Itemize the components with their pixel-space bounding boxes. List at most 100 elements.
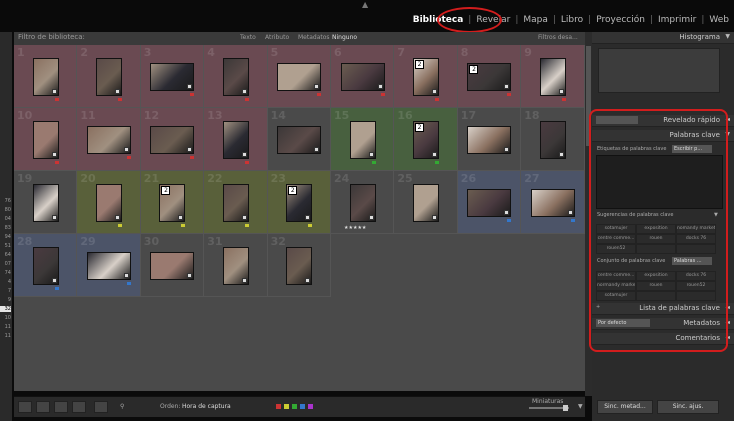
painter-icon[interactable]: ⚲ (120, 403, 124, 410)
filter-attribute[interactable]: Atributo (265, 34, 289, 41)
cell-index: 25 (397, 172, 413, 185)
folder-count: 11 (4, 324, 11, 330)
collapse-top-panel-icon[interactable]: ▲ (362, 0, 368, 9)
grid-cell[interactable]: 4 (204, 45, 268, 108)
color-label-icon (308, 223, 313, 227)
grid-cell[interactable]: 26 (457, 171, 522, 234)
grid-cell[interactable]: 20 (77, 171, 141, 234)
edit-badge-icon (567, 209, 573, 215)
folder-count: 94 (4, 234, 11, 240)
module-mapa[interactable]: Mapa (518, 15, 553, 25)
grid-cell[interactable]: 14 (267, 108, 331, 171)
grid-cell[interactable]: 23 2 (267, 171, 331, 234)
grid-cell[interactable]: 19 (14, 171, 78, 234)
cell-index: 4 (207, 46, 215, 59)
grid-cell[interactable]: 28 (14, 234, 78, 297)
filter-text[interactable]: Texto (240, 34, 256, 41)
grid-cell[interactable]: 82 (457, 45, 522, 108)
grid-cell[interactable]: 3 (140, 45, 205, 108)
people-view-button[interactable] (94, 401, 108, 413)
grid-cell[interactable]: 5 (267, 45, 331, 108)
module-web[interactable]: Web (704, 15, 734, 25)
grid-cell[interactable]: 18 (521, 108, 585, 171)
module-bar: ▲ Biblioteca | Revelar | Mapa | Libro | Proyecci… (0, 0, 734, 32)
grid-cell[interactable]: 9 (521, 45, 585, 108)
edit-badge-icon (51, 277, 57, 283)
edit-badge-icon (178, 214, 184, 220)
grid-cell[interactable]: 30 (140, 234, 205, 297)
slider-handle[interactable] (563, 405, 568, 411)
grid-cell[interactable]: 22 (204, 171, 268, 234)
sort-dropdown[interactable]: Hora de captura (182, 403, 231, 410)
compare-view-button[interactable] (54, 401, 68, 413)
thumbnails-label: Miniaturas (532, 398, 564, 405)
folder-count: 10 (4, 315, 11, 321)
photo-grid: 1 2 3 4 5 6 7 2 8 2 9 10 11 12 13 14 15 16 2 17 18 19 20 21 2 22 2… (14, 45, 585, 391)
edit-badge-icon (504, 209, 510, 215)
stack-count-badge[interactable]: 2 (415, 59, 425, 69)
stack-count-badge[interactable]: 2 (161, 185, 171, 195)
label-color-swatch[interactable] (300, 404, 305, 409)
grid-cell[interactable]: 27 (521, 171, 585, 234)
filter-metadata[interactable]: Metadatos (298, 34, 330, 41)
grid-cell[interactable]: 15 (331, 108, 395, 171)
grid-cell[interactable]: 21 2 (140, 171, 205, 234)
grid-cell[interactable]: 29 (77, 234, 141, 297)
cell-index: 28 (17, 235, 33, 248)
cell-index: 15 (334, 109, 350, 122)
edit-badge-icon (504, 83, 510, 89)
label-color-swatch[interactable] (308, 404, 313, 409)
grid-cell[interactable]: 25 (394, 171, 458, 234)
star-rating[interactable]: ★★★★★ (344, 225, 366, 231)
filter-none[interactable]: Ninguno (332, 34, 357, 41)
cell-index: 18 (524, 109, 540, 122)
edit-badge-icon (314, 83, 320, 89)
grid-cell[interactable]: 32 (267, 234, 331, 297)
grid-view-button[interactable] (18, 401, 32, 413)
label-color-swatch[interactable] (284, 404, 289, 409)
grid-cell[interactable]: 72 (394, 45, 458, 108)
folder-count: 32 (0, 306, 11, 312)
grid-cell[interactable]: 10 (14, 108, 78, 171)
grid-cell[interactable]: 17 (457, 108, 522, 171)
loupe-view-button[interactable] (36, 401, 50, 413)
annotation-box (589, 109, 728, 352)
edit-badge-icon (432, 214, 438, 220)
grid-cell[interactable]: 31 (204, 234, 268, 297)
grid-cell[interactable]: 12 (140, 108, 205, 171)
color-label-icon (127, 155, 132, 159)
edit-badge-icon (558, 88, 564, 94)
label-color-swatch[interactable] (292, 404, 297, 409)
folder-count: 74 (4, 270, 11, 276)
histogram-header[interactable]: Histograma ▼ (592, 32, 734, 44)
module-libro[interactable]: Libro (556, 15, 588, 25)
sync-settings-button[interactable]: Sinc. ajus. (657, 400, 719, 414)
grid-cell[interactable]: 16 2 (394, 108, 458, 171)
grid-cell[interactable]: 11 (77, 108, 141, 171)
grid-cell[interactable]: 2 (77, 45, 141, 108)
edit-badge-icon (241, 214, 247, 220)
grid-cell[interactable]: 13 (204, 108, 268, 171)
stack-count-badge[interactable]: 2 (469, 64, 479, 74)
filter-preset[interactable]: Filtros desa... (538, 34, 578, 41)
label-color-swatch[interactable] (276, 404, 281, 409)
edit-badge-icon (51, 151, 57, 157)
module-proyeccion[interactable]: Proyección (591, 15, 650, 25)
grid-cell[interactable]: 1 (14, 45, 78, 108)
folder-count: 4 (7, 279, 11, 285)
edit-badge-icon (124, 272, 130, 278)
toolbar-menu-icon[interactable]: ▼ (578, 403, 583, 410)
grid-cell[interactable]: 24 ★★★★★ (331, 171, 395, 234)
stack-count-badge[interactable]: 2 (415, 122, 425, 132)
cell-index: 13 (207, 109, 223, 122)
sync-metadata-button[interactable]: Sinc. metad... (597, 400, 653, 414)
folder-count: 83 (4, 225, 11, 231)
module-imprimir[interactable]: Imprimir (653, 15, 701, 25)
edit-badge-icon (241, 151, 247, 157)
edit-badge-icon (241, 277, 247, 283)
grid-cell[interactable]: 6 (331, 45, 395, 108)
stack-count-badge[interactable]: 2 (288, 185, 298, 195)
cell-index: 5 (270, 46, 279, 59)
survey-view-button[interactable] (72, 401, 86, 413)
library-filter-bar: Filtro de biblioteca: Texto Atributo Met… (14, 32, 585, 46)
